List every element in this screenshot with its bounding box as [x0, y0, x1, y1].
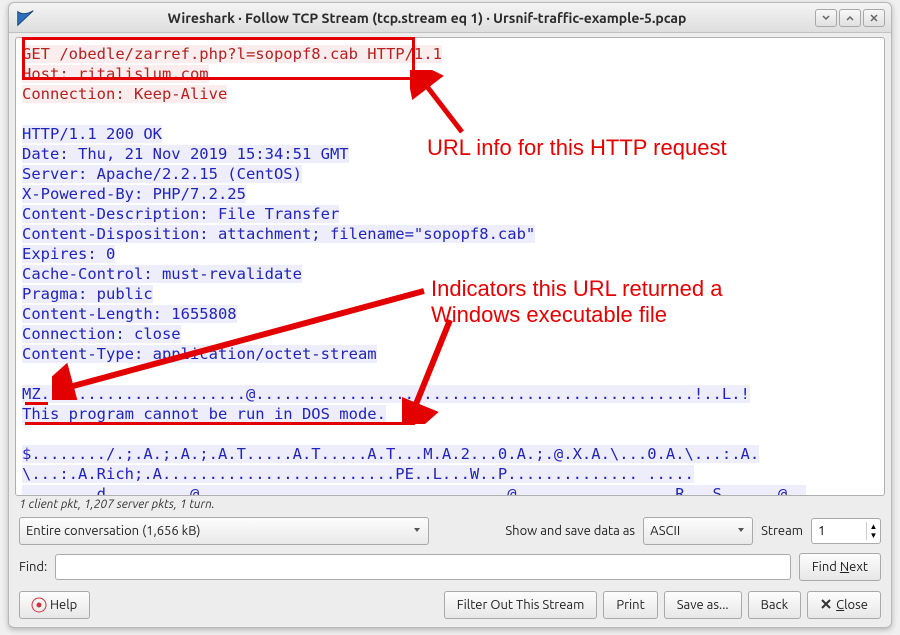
- titlebar: Wireshark · Follow TCP Stream (tcp.strea…: [9, 3, 891, 33]
- server-line: Pragma: public: [22, 285, 153, 303]
- stream-content-pane[interactable]: GET /obedle/zarref.php?l=sopopf8.cab HTT…: [15, 37, 885, 496]
- server-line: Expires: 0: [22, 245, 115, 263]
- window-frame: Wireshark · Follow TCP Stream (tcp.strea…: [8, 2, 892, 628]
- find-input[interactable]: [55, 554, 791, 580]
- server-line: HTTP/1.1 200 OK: [22, 125, 162, 143]
- server-line: Server: Apache/2.2.15 (CentOS): [22, 165, 302, 183]
- close-icon: [820, 598, 832, 613]
- find-next-button[interactable]: Find Next: [799, 553, 881, 581]
- find-label: Find:: [19, 560, 47, 574]
- server-line: Content-Length: 1655808: [22, 305, 237, 323]
- stream-spinbox[interactable]: 1 ▲ ▼: [811, 518, 881, 544]
- server-line: Content-Disposition: attachment; filenam…: [22, 225, 535, 243]
- save-as-button[interactable]: Save as...: [664, 591, 742, 619]
- client-line: Connection: Keep-Alive: [22, 85, 227, 103]
- stream-text: GET /obedle/zarref.php?l=sopopf8.cab HTT…: [22, 44, 878, 495]
- stream-value: 1: [812, 524, 866, 538]
- server-line: \...:.A.Rich;.A.........................…: [22, 465, 694, 483]
- spin-down-icon[interactable]: ▼: [866, 531, 880, 540]
- server-line: This program cannot be run in DOS mode.: [22, 405, 386, 423]
- wireshark-fin-icon: [13, 5, 39, 31]
- back-button[interactable]: Back: [748, 591, 802, 619]
- stream-label: Stream: [761, 524, 803, 538]
- server-line: ........d.........@.....................…: [22, 485, 806, 495]
- client-line: Host: ritalislum.com: [22, 65, 209, 83]
- conversation-select-label: Entire conversation (1,656 kB): [26, 524, 200, 538]
- server-line: Cache-Control: must-revalidate: [22, 265, 302, 283]
- chevron-down-icon: [728, 524, 746, 538]
- server-line: X-Powered-By: PHP/7.2.25: [22, 185, 246, 203]
- minimize-button[interactable]: [815, 9, 837, 27]
- encoding-select-label: ASCII: [650, 524, 680, 538]
- encoding-select[interactable]: ASCII: [643, 517, 753, 545]
- maximize-button[interactable]: [839, 9, 861, 27]
- conversation-select[interactable]: Entire conversation (1,656 kB): [19, 517, 429, 545]
- close-button[interactable]: Close: [807, 591, 881, 619]
- client-line: GET /obedle/zarref.php?l=sopopf8.cab HTT…: [22, 45, 442, 63]
- window-title: Wireshark · Follow TCP Stream (tcp.strea…: [39, 10, 815, 26]
- server-line: $......../.;.A.;.A.;.A.T.....A.T.....A.T…: [22, 445, 759, 463]
- server-line: Content-Type: application/octet-stream: [22, 345, 377, 363]
- server-line: MZ......................@...............…: [22, 385, 750, 403]
- show-save-label: Show and save data as: [505, 524, 635, 538]
- server-line: Content-Description: File Transfer: [22, 205, 339, 223]
- print-button[interactable]: Print: [603, 591, 657, 619]
- help-button[interactable]: Help: [19, 591, 90, 619]
- spin-up-icon[interactable]: ▲: [866, 522, 880, 531]
- packet-stats: 1 client pkt, 1,207 server pkts, 1 turn.: [9, 496, 891, 513]
- close-window-button[interactable]: [863, 9, 885, 27]
- server-line: Connection: close: [22, 325, 181, 343]
- chevron-down-icon: [404, 524, 422, 538]
- filter-out-stream-button[interactable]: Filter Out This Stream: [444, 591, 598, 619]
- help-icon: [32, 598, 46, 612]
- server-line: Date: Thu, 21 Nov 2019 15:34:51 GMT: [22, 145, 349, 163]
